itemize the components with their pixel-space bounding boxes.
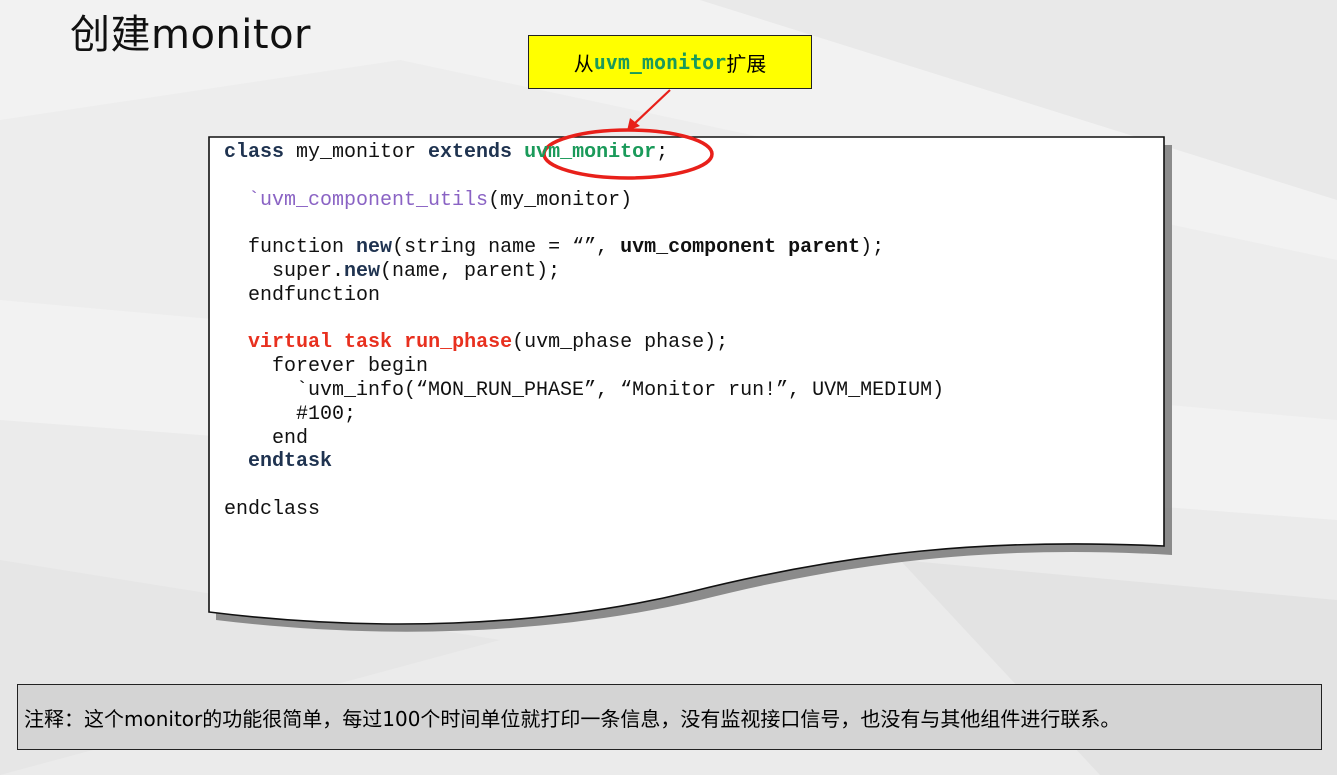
code-block: class my_monitor extends uvm_monitor; `u… xyxy=(224,141,944,522)
code-line-14: endtask xyxy=(248,450,333,474)
code-line-10: forever begin xyxy=(272,355,429,379)
code-line-16: endclass xyxy=(224,497,321,521)
code-line-13: end xyxy=(272,426,309,450)
note-box: 注释：这个monitor的功能很简单，每过100个时间单位就打印一条信息，没有监… xyxy=(17,684,1322,750)
highlighted-base-class: uvm_monitor xyxy=(524,141,657,164)
code-line-6: super.new(name, parent); xyxy=(272,259,561,283)
code-line-3: `uvm_component_utils(my_monitor) xyxy=(248,188,633,212)
callout-arrow xyxy=(633,89,671,125)
code-line-7: endfunction xyxy=(248,283,381,307)
code-line-5: function new(string name = “”, uvm_compo… xyxy=(248,236,885,260)
note-text: 注释：这个monitor的功能很简单，每过100个时间单位就打印一条信息，没有监… xyxy=(24,706,1121,731)
code-line-1: class my_monitor extends uvm_monitor; xyxy=(224,141,669,164)
code-line-12: #100; xyxy=(296,402,357,426)
code-line-11: `uvm_info(“MON_RUN_PHASE”, “Monitor run!… xyxy=(296,378,945,402)
code-line-9: virtual task run_phase(uvm_phase phase); xyxy=(248,331,729,355)
